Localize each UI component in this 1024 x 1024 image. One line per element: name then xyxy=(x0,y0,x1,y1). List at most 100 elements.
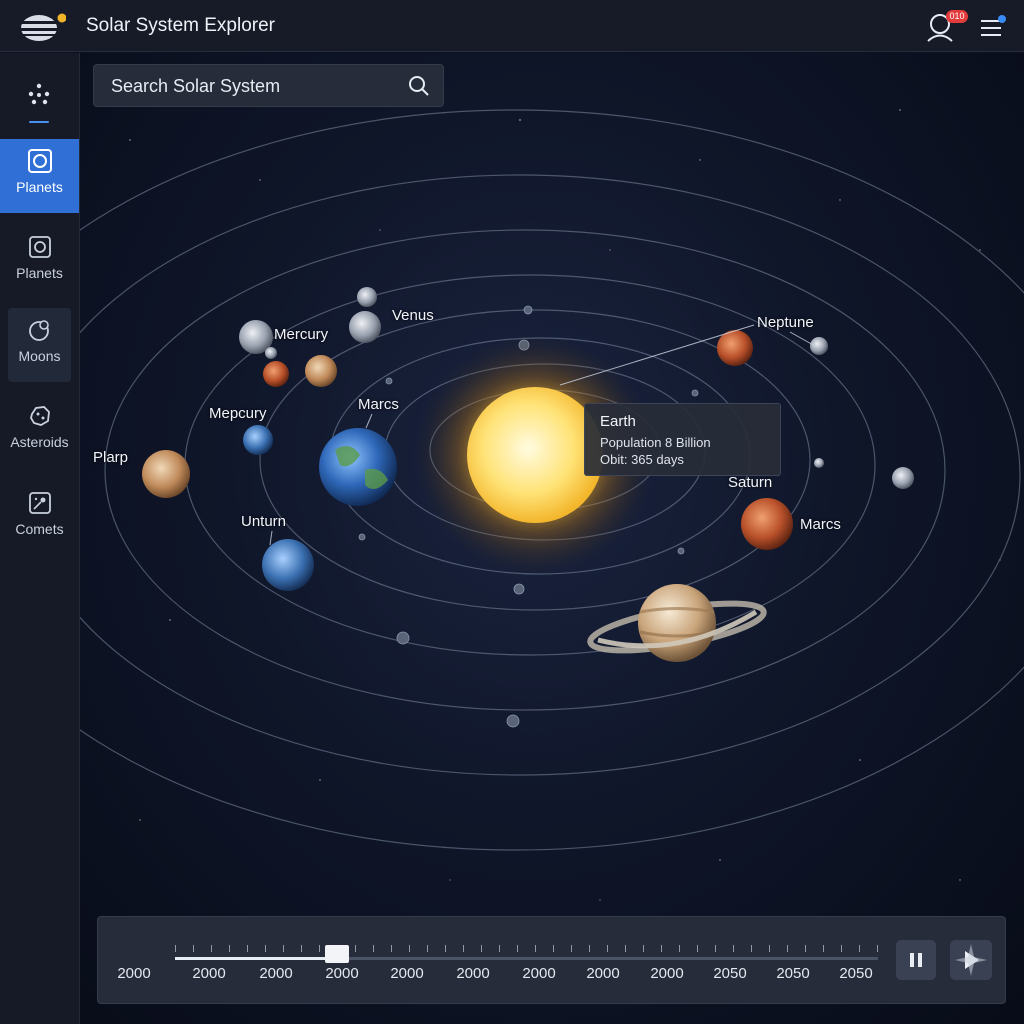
sidebar: Planets Planets Moons Asteroids Comets xyxy=(0,53,80,1024)
timeline-tick xyxy=(247,945,248,952)
timeline-tick xyxy=(841,945,842,952)
label-saturn[interactable]: Saturn xyxy=(728,474,772,491)
asteroid-icon xyxy=(29,406,50,426)
timeline-year: 2050 xyxy=(776,965,810,982)
timeline-tick xyxy=(715,945,716,952)
sidebar-item-planets[interactable]: Planets xyxy=(0,225,79,299)
timeline-tick xyxy=(427,945,428,952)
timeline-tick xyxy=(391,945,392,952)
timeline-tick xyxy=(643,945,644,952)
sidebar-item-label: Asteroids xyxy=(10,434,69,450)
planet-info-card: Earth Population 8 Billion Obit: 365 day… xyxy=(584,403,781,476)
timeline-tick xyxy=(823,945,824,952)
timeline-tick xyxy=(553,945,554,952)
timeline-tick xyxy=(859,945,860,952)
timeline-year: 2000 xyxy=(650,965,684,982)
timeline-tick xyxy=(445,945,446,952)
timeline-tick xyxy=(589,945,590,952)
timeline-year: 2000 xyxy=(117,965,151,982)
play-button[interactable] xyxy=(950,940,992,980)
search-field[interactable]: Search Solar System xyxy=(93,64,444,107)
timeline-tick xyxy=(211,945,212,952)
timeline-tick xyxy=(661,945,662,952)
constellation-icon[interactable] xyxy=(24,79,54,109)
label-marcs-right[interactable]: Marcs xyxy=(800,516,841,533)
label-unturn[interactable]: Unturn xyxy=(241,513,286,530)
sidebar-item-label: Moons xyxy=(18,348,61,364)
sidebar-item-label: Planets xyxy=(16,179,63,195)
timeline-tick xyxy=(463,945,464,952)
timeline-panel: 2000 2000 2000 2000 2000 2000 2000 2000 … xyxy=(97,916,1006,1004)
timeline-tick xyxy=(193,945,194,952)
timeline-tick xyxy=(319,945,320,952)
timeline-tick xyxy=(517,945,518,952)
timeline-year: 2000 xyxy=(259,965,293,982)
sun xyxy=(467,387,603,523)
search-icon[interactable] xyxy=(407,74,431,98)
sidebar-item-moons[interactable]: Moons xyxy=(8,308,71,382)
info-card-population: Population 8 Billion xyxy=(600,435,711,450)
timeline-tick xyxy=(175,945,176,952)
moon-icon xyxy=(28,320,49,341)
timeline-tick xyxy=(265,945,266,952)
timeline-tick xyxy=(355,945,356,952)
app-title: Solar System Explorer xyxy=(86,15,276,36)
timeline-tick xyxy=(535,945,536,952)
top-bar: Solar System Explorer 010 xyxy=(0,0,1024,52)
timeline-year: 2000 xyxy=(390,965,424,982)
timeline-year: 2000 xyxy=(325,965,359,982)
label-plarp[interactable]: Plarp xyxy=(93,449,128,466)
timeline-tick xyxy=(625,945,626,952)
sidebar-item-planets-active[interactable]: Planets xyxy=(0,139,79,213)
timeline-tick xyxy=(571,945,572,952)
timeline-tick xyxy=(787,945,788,952)
play-icon xyxy=(955,944,987,976)
timeline-year: 2000 xyxy=(456,965,490,982)
sidebar-item-label: Planets xyxy=(16,265,63,281)
app-logo-icon xyxy=(20,13,66,41)
timeline-tick xyxy=(877,945,878,952)
planet-frame-icon xyxy=(28,236,51,258)
timeline-tick xyxy=(805,945,806,952)
solar-system-map[interactable] xyxy=(80,53,1024,1024)
sidebar-item-label: Comets xyxy=(15,521,64,537)
timeline-slider-handle[interactable] xyxy=(325,945,349,963)
menu-icon[interactable] xyxy=(978,12,1008,42)
label-mercury[interactable]: Mercury xyxy=(274,326,328,343)
timeline-tick xyxy=(733,945,734,952)
label-venus[interactable]: Venus xyxy=(392,307,434,324)
label-marcs-top[interactable]: Marcs xyxy=(358,396,399,413)
timeline-year: 2050 xyxy=(713,965,747,982)
planet-mepcury xyxy=(243,425,273,455)
timeline-tick xyxy=(769,945,770,952)
comet-icon xyxy=(28,492,51,514)
planet-frame-icon xyxy=(27,149,52,173)
planet-neptune xyxy=(717,330,753,366)
pause-button[interactable] xyxy=(896,940,936,980)
sidebar-item-comets[interactable]: Comets xyxy=(0,481,79,555)
notification-badge[interactable]: 010 xyxy=(946,10,968,23)
timeline-tick xyxy=(607,945,608,952)
timeline-ticks xyxy=(175,945,878,957)
timeline-year: 2050 xyxy=(839,965,873,982)
timeline-tick xyxy=(229,945,230,952)
search-input[interactable]: Search Solar System xyxy=(111,76,280,97)
timeline-tick xyxy=(679,945,680,952)
sidebar-item-asteroids[interactable]: Asteroids xyxy=(0,394,79,468)
active-indicator xyxy=(29,121,49,123)
timeline-tick xyxy=(373,945,374,952)
info-card-orbit: Obit: 365 days xyxy=(600,452,684,467)
label-mepcury[interactable]: Mepcury xyxy=(209,405,267,422)
timeline-tick xyxy=(283,945,284,952)
planet-plarp xyxy=(142,450,190,498)
label-neptune[interactable]: Neptune xyxy=(757,314,814,331)
timeline-year: 2000 xyxy=(586,965,620,982)
planet-saturn xyxy=(587,584,767,662)
timeline-tick xyxy=(409,945,410,952)
timeline-tick xyxy=(697,945,698,952)
timeline-progress xyxy=(175,957,337,960)
timeline-year: 2000 xyxy=(522,965,556,982)
orbit-canvas xyxy=(80,109,1024,901)
timeline-tick xyxy=(301,945,302,952)
timeline-tick xyxy=(751,945,752,952)
